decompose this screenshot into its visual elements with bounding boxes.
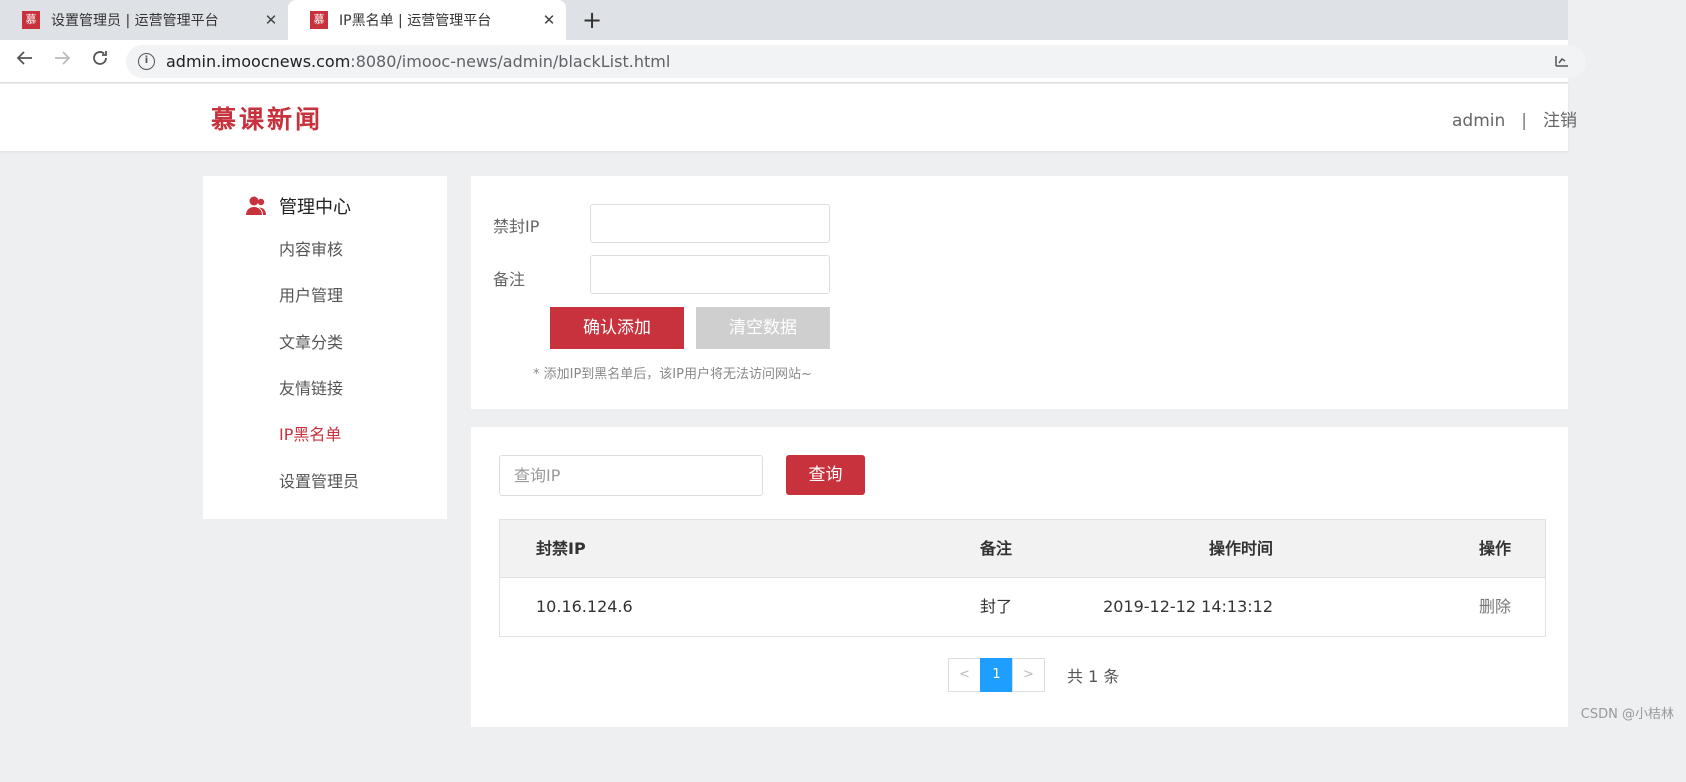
close-tab-icon[interactable]: ✕	[254, 11, 288, 29]
table-row: 10.16.124.6 封了 2019-12-12 14:13:12 删除	[500, 578, 1545, 636]
site-info-icon[interactable]: i	[138, 53, 155, 70]
browser-toolbar: i admin.imoocnews.com:8080/imooc-news/ad…	[0, 40, 1586, 83]
remark-input[interactable]	[590, 255, 830, 294]
user-area: admin | 注销	[1452, 106, 1577, 131]
remark-label: 备注	[493, 270, 526, 289]
logout-link[interactable]: 注销	[1543, 111, 1577, 131]
search-ip-input[interactable]	[499, 455, 763, 496]
sidebar-title-label: 管理中心	[279, 197, 351, 218]
row-ip: 10.16.124.6	[536, 597, 633, 616]
reload-icon[interactable]	[86, 48, 114, 76]
url-host: admin.imoocnews.com	[166, 52, 351, 71]
column-header-action: 操作	[1478, 539, 1511, 558]
blacklist-table: 封禁IP 备注 操作时间 操作 10.16.124.6 封了 2019-12-1…	[499, 519, 1546, 637]
new-tab-button[interactable]: +	[578, 4, 606, 36]
sidebar-title: 管理中心	[245, 193, 351, 219]
sidebar-item-friend-links[interactable]: 友情链接	[279, 375, 343, 399]
sidebar-item-users[interactable]: 用户管理	[279, 282, 343, 306]
table-header: 封禁IP 备注 操作时间 操作	[500, 520, 1545, 578]
forward-arrow-icon[interactable]	[48, 48, 76, 76]
column-header-ip: 封禁IP	[536, 539, 586, 558]
chart-extension-icon[interactable]	[1554, 52, 1568, 72]
site-favicon-icon: 慕	[22, 11, 40, 29]
form-hint: * 添加IP到黑名单后，该IP用户将无法访问网站~	[533, 367, 812, 382]
add-ip-form: 禁封IP 备注 确认添加 清空数据 * 添加IP到黑名单后，该IP用户将无法访问…	[471, 176, 1568, 409]
blacklist-panel: 查询 封禁IP 备注 操作时间 操作 10.16.124.6 封了 2019-1…	[471, 427, 1568, 727]
column-header-time: 操作时间	[1208, 539, 1273, 558]
row-time: 2019-12-12 14:13:12	[1103, 597, 1273, 616]
site-favicon-icon: 慕	[310, 11, 328, 29]
total-count: 共 1 条	[1067, 667, 1120, 686]
sidebar-item-ip-blacklist[interactable]: IP黑名单	[279, 421, 341, 445]
address-bar[interactable]: i admin.imoocnews.com:8080/imooc-news/ad…	[126, 45, 1586, 78]
column-header-remark: 备注	[979, 539, 1012, 558]
delete-link[interactable]: 删除	[1479, 578, 1511, 636]
prev-page-button[interactable]: <	[948, 658, 981, 692]
confirm-add-button[interactable]: 确认添加	[550, 307, 684, 349]
username[interactable]: admin	[1452, 111, 1505, 131]
site-logo[interactable]: 慕课新闻	[211, 100, 323, 136]
close-tab-icon[interactable]: ✕	[532, 11, 566, 29]
ip-input[interactable]	[590, 204, 830, 243]
browser-tab-bar: 慕 设置管理员 | 运营管理平台 ✕ 慕 IP黑名单 | 运营管理平台 ✕ +	[0, 0, 1568, 40]
tab-title: IP黑名单 | 运营管理平台	[339, 13, 492, 29]
tab-ip-blacklist[interactable]: 慕 IP黑名单 | 运营管理平台 ✕	[288, 0, 566, 40]
sidebar: 管理中心 内容审核 用户管理 文章分类 友情链接 IP黑名单 设置管理员	[203, 176, 447, 519]
sidebar-item-set-admin[interactable]: 设置管理员	[279, 468, 359, 492]
separator: |	[1521, 111, 1528, 131]
sidebar-item-content-review[interactable]: 内容审核	[279, 236, 343, 260]
tab-title: 设置管理员 | 运营管理平台	[51, 13, 219, 29]
clear-data-button[interactable]: 清空数据	[696, 307, 830, 349]
url-path: :8080/imooc-news/admin/blackList.html	[350, 52, 671, 71]
page-1-button[interactable]: 1	[980, 658, 1013, 692]
watermark: CSDN @小桔林	[1580, 707, 1674, 722]
site-header: 慕课新闻 admin | 注销	[0, 84, 1577, 151]
tab-set-admin[interactable]: 慕 设置管理员 | 运营管理平台 ✕	[0, 0, 288, 40]
ip-label: 禁封IP	[493, 217, 540, 236]
sidebar-item-categories[interactable]: 文章分类	[279, 329, 343, 353]
next-page-button[interactable]: >	[1012, 658, 1045, 692]
pagination: < 1 > 共 1 条	[948, 658, 1119, 692]
back-arrow-icon[interactable]	[11, 48, 39, 76]
row-remark: 封了	[979, 597, 1012, 616]
user-group-icon	[246, 196, 266, 215]
search-button[interactable]: 查询	[786, 455, 865, 495]
